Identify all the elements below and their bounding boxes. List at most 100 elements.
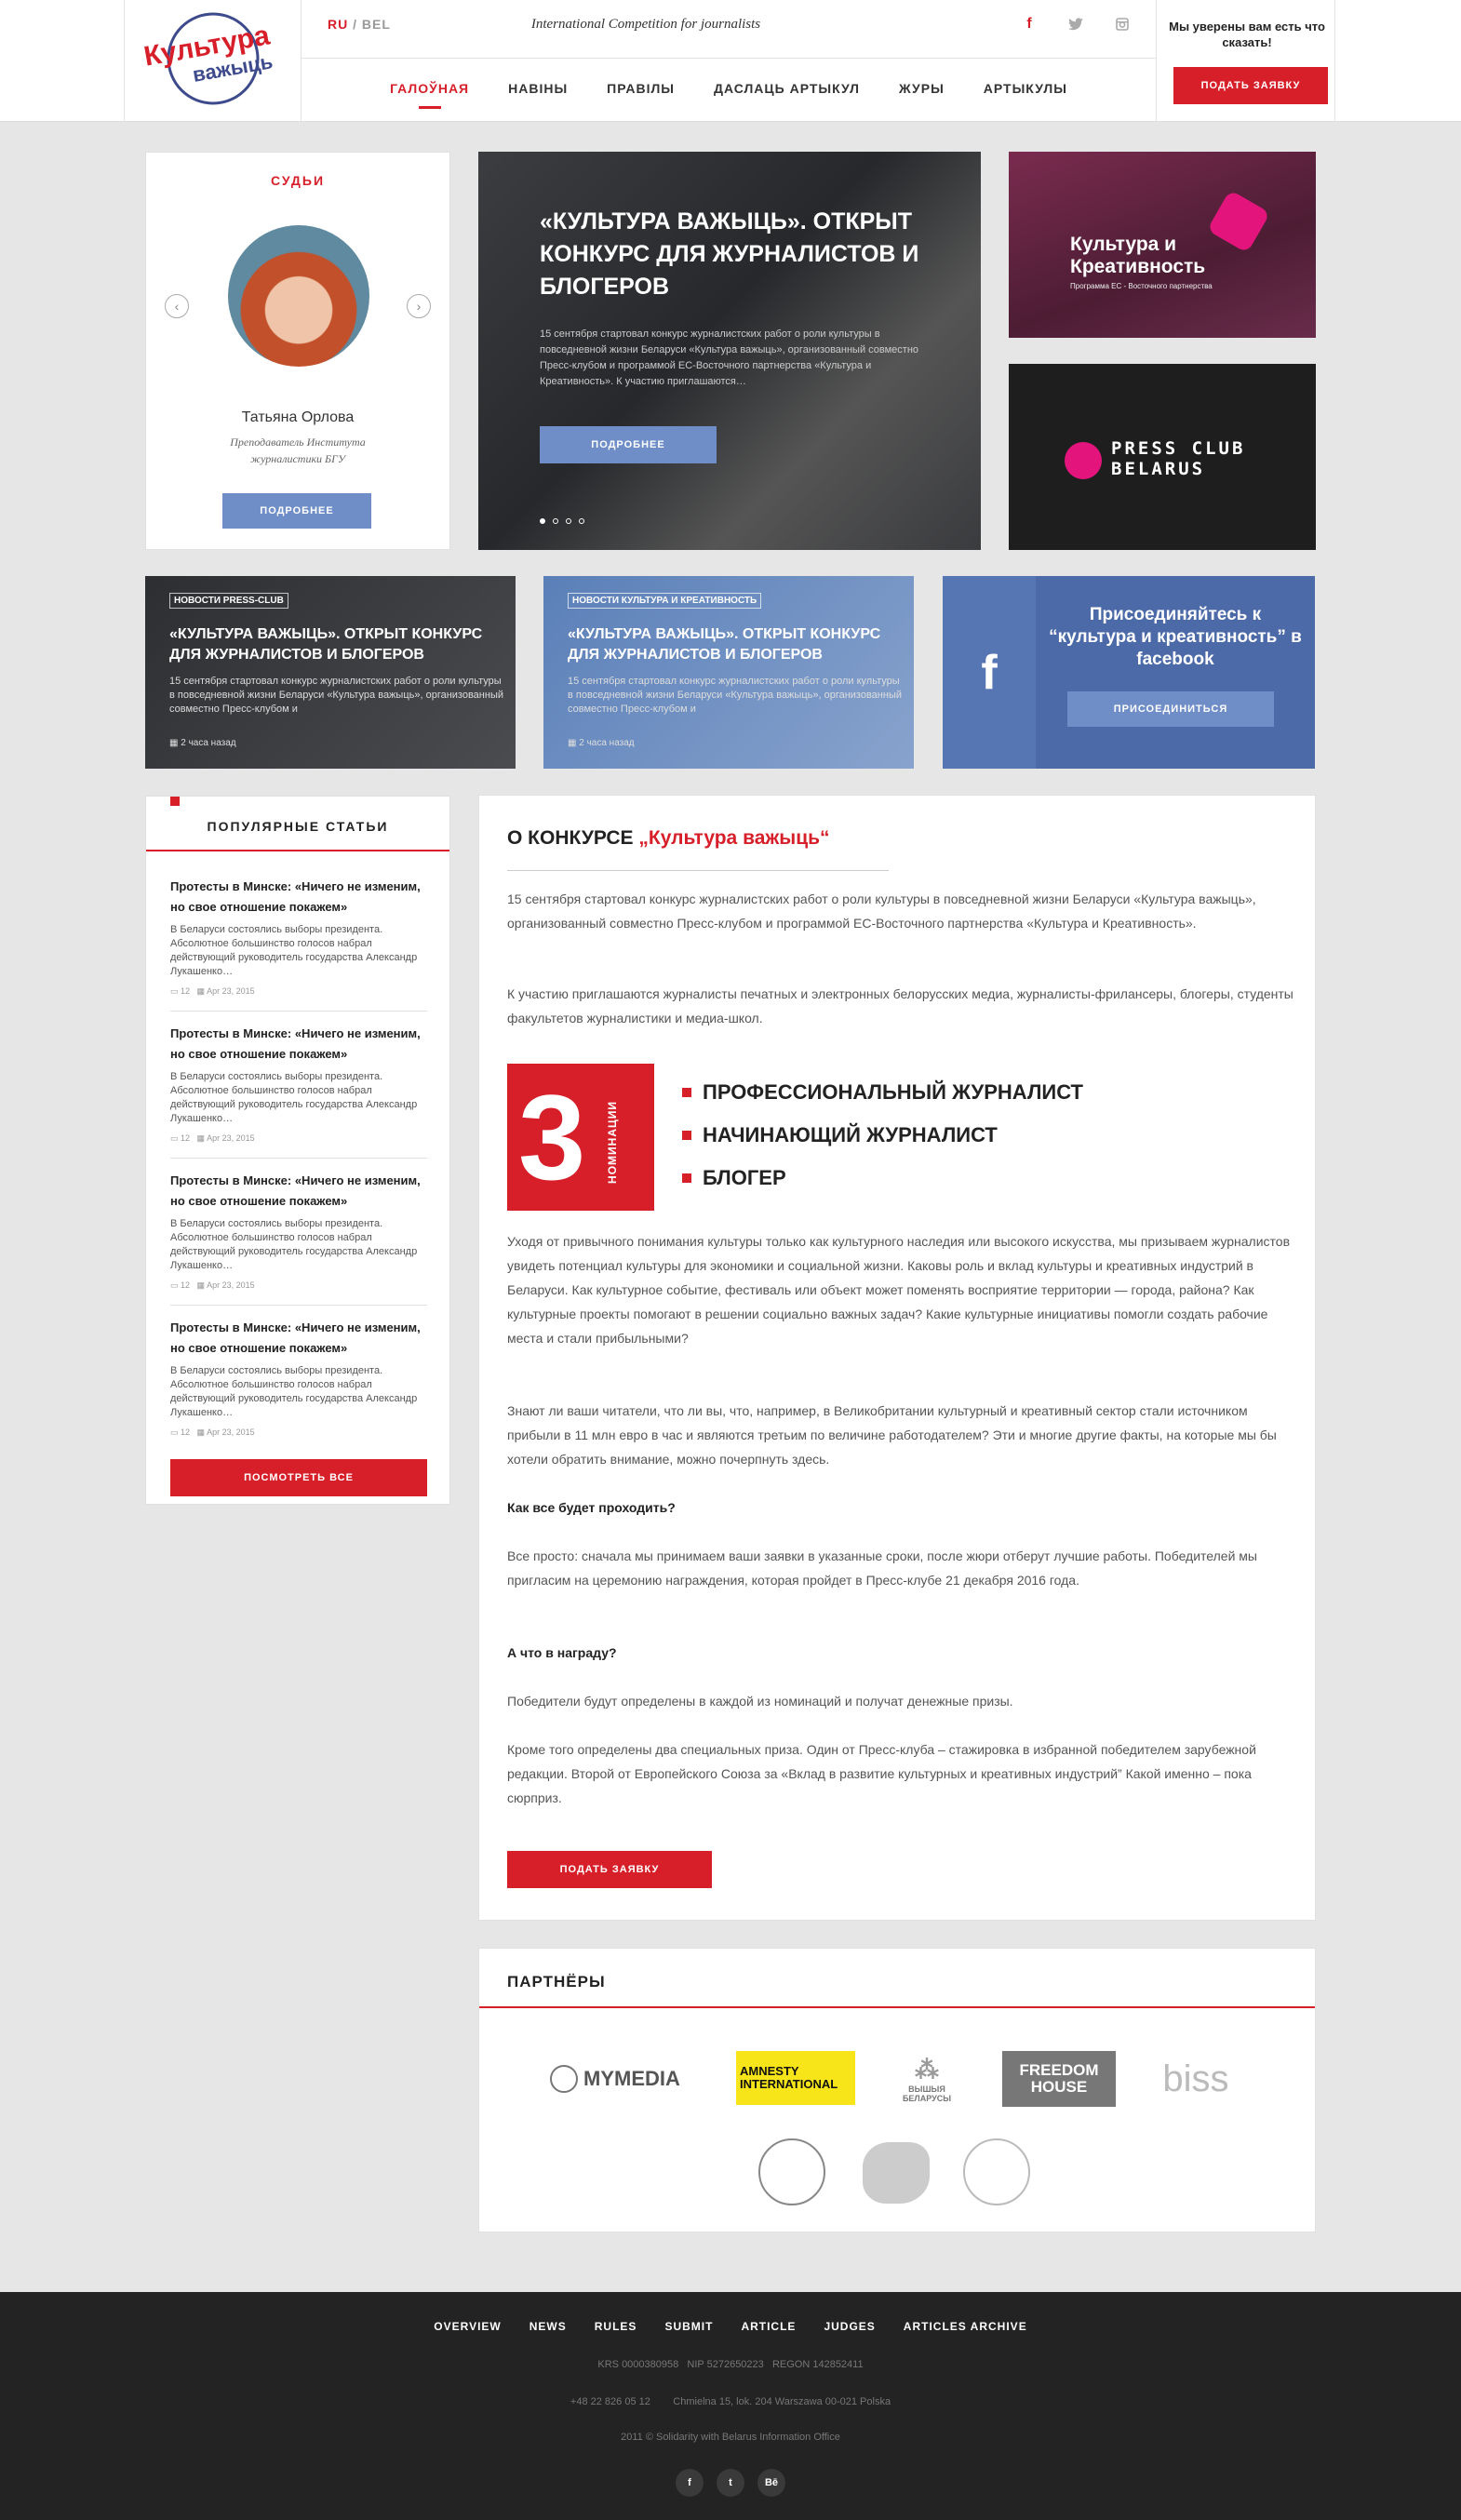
article-title[interactable]: Протесты в Минске: «Ничего не изменим, н… (170, 1024, 427, 1065)
partners-section: ПАРТНЁРЫ MYMEDIA AMNESTY INTERNATIONAL ⁂… (478, 1948, 1316, 2232)
article-title[interactable]: Протесты в Минске: «Ничего не изменим, н… (170, 1171, 427, 1212)
promo-culture-creativity[interactable]: Культура и Креативность Программа ЕС - В… (1009, 152, 1316, 338)
news-card[interactable]: НОВОСТИ PRESS-CLUB «КУЛЬТУРА ВАЖЫЦЬ». ОТ… (145, 576, 516, 769)
nav-item-home[interactable]: ГАЛОЎНАЯ (390, 81, 469, 103)
partner-logo-biss[interactable]: biss (1149, 2051, 1242, 2107)
footer-link-submit[interactable]: SUBMIT (664, 2320, 713, 2333)
partner-logo-vyshyja[interactable]: ⁂ ВЫШЫЯ БЕЛАРУСЫ (885, 2051, 969, 2107)
about-paragraph: 15 сентября стартовал конкурс журналистс… (507, 891, 1256, 931)
facebook-icon[interactable]: f (676, 2469, 704, 2497)
about-paragraph: К участию приглашаются журналисты печатн… (507, 986, 1293, 1025)
header-inner: Культура важыць RU / BEL International C… (124, 0, 1335, 122)
about-question: А что в награду? (507, 1645, 617, 1660)
about-title-line (507, 870, 889, 871)
news-time-text: 2 часа назад (579, 738, 635, 748)
bullet-icon (682, 1088, 691, 1097)
about-paragraph: Уходя от привычного понимания культуры т… (507, 1234, 1291, 1346)
instagram-icon[interactable] (1111, 13, 1133, 35)
list-item[interactable]: Протесты в Минске: «Ничего не изменим, н… (170, 877, 427, 997)
footer-link-archive[interactable]: ARTICLES ARCHIVE (904, 2320, 1027, 2333)
promo-press-club[interactable]: PRESS CLUB BELARUS (1009, 364, 1316, 550)
mymedia-emblem-icon (550, 2065, 579, 2093)
list-item[interactable]: Протесты в Минске: «Ничего не изменим, н… (170, 1171, 427, 1291)
news-tag[interactable]: НОВОСТИ PRESS-CLUB (169, 593, 288, 609)
article-date: Apr 23, 2015 (207, 1133, 255, 1143)
calendar-icon: ▦ (169, 738, 181, 748)
footer-link-article[interactable]: ARTICLE (741, 2320, 796, 2333)
nav-item-articles[interactable]: АРТЫКУЛЫ (984, 81, 1067, 103)
comment-icon: ▭ (170, 1133, 181, 1143)
news-title[interactable]: «КУЛЬТУРА ВАЖЫЦЬ». ОТКРЫТ КОНКУРС ДЛЯ ЖУ… (568, 624, 903, 665)
comment-count: 12 (181, 1280, 191, 1290)
partner-seal-icon[interactable] (758, 2138, 825, 2205)
belarus-map-icon[interactable] (863, 2142, 930, 2204)
news-tag[interactable]: НОВОСТИ КУЛЬТУРА И КРЕАТИВНОСТЬ (568, 593, 762, 609)
nav-item-news[interactable]: НАВІНЫ (508, 81, 568, 103)
hero-title: «КУЛЬТУРА ВАЖЫЦЬ». ОТКРЫТ КОНКУРС ДЛЯ ЖУ… (540, 208, 919, 300)
nav-item-rules[interactable]: ПРАВІЛЫ (607, 81, 675, 103)
comment-count: 12 (181, 1428, 191, 1437)
nomination-label: БЛОГЕР (703, 1166, 786, 1189)
promo1-title: Культура и Креативность (1070, 234, 1206, 277)
judges-prev-button[interactable]: ‹ (165, 294, 189, 318)
judges-next-button[interactable]: › (407, 294, 431, 318)
list-item[interactable]: Протесты в Минске: «Ничего не изменим, н… (170, 1024, 427, 1144)
article-meta: ▭ 12 ▦ Apr 23, 2015 (170, 1428, 427, 1438)
nominations-badge: 3 НОМИНАЦИИ (507, 1064, 654, 1211)
partner-logo-amnesty[interactable]: AMNESTY INTERNATIONAL (736, 2051, 855, 2105)
article-meta: ▭ 12 ▦ Apr 23, 2015 (170, 986, 427, 997)
site-tagline: International Competition for journalist… (530, 17, 761, 32)
slider-dot[interactable] (579, 518, 584, 524)
calendar-icon: ▦ (196, 1280, 208, 1290)
main-nav: ГАЛОЎНАЯ НАВІНЫ ПРАВІЛЫ ДАСЛАЦЬ АРТЫКУЛ … (302, 81, 1156, 103)
about-contest: О КОНКУРСЕ „Культура важыць“ 15 сентября… (478, 795, 1316, 1921)
judge-name: Татьяна Орлова (241, 409, 355, 425)
article-title[interactable]: Протесты в Минске: «Ничего не изменим, н… (170, 877, 427, 918)
nominations-word: НОМИНАЦИИ (606, 1101, 619, 1184)
news-title[interactable]: «КУЛЬТУРА ВАЖЫЦЬ». ОТКРЫТ КОНКУРС ДЛЯ ЖУ… (169, 624, 504, 665)
apply-button-header[interactable]: ПОДАТЬ ЗАЯВКУ (1173, 67, 1328, 104)
about-paragraph: Победители будут определены в каждой из … (507, 1694, 1013, 1709)
nav-item-submit[interactable]: ДАСЛАЦЬ АРТЫКУЛ (714, 81, 860, 103)
partner-logo-mymedia[interactable]: MYMEDIA (541, 2053, 690, 2105)
calendar-icon: ▦ (196, 1428, 208, 1437)
article-date: Apr 23, 2015 (207, 986, 255, 996)
facebook-icon[interactable]: f (1018, 13, 1040, 35)
footer-link-rules[interactable]: RULES (595, 2320, 637, 2333)
article-title[interactable]: Протесты в Минске: «Ничего не изменим, н… (170, 1318, 427, 1359)
twitter-icon[interactable]: t (717, 2469, 744, 2497)
slider-dot[interactable] (553, 518, 558, 524)
about-paragraph: Знают ли ваши читатели, что ли вы, что, … (507, 1403, 1277, 1467)
footer-link-judges[interactable]: JUDGES (824, 2320, 875, 2333)
slider-dots (540, 518, 584, 524)
site-header: Культура важыць RU / BEL International C… (0, 0, 1461, 122)
hero-more-button[interactable]: ПОДРОБНЕЕ (540, 426, 717, 463)
news-description: 15 сентября стартовал конкурс журналистс… (568, 676, 903, 715)
facebook-join-button[interactable]: ПРИСОЕДИНИТЬСЯ (1067, 691, 1274, 727)
article-date: Apr 23, 2015 (207, 1280, 255, 1290)
slider-dot[interactable] (566, 518, 571, 524)
news-time-text: 2 часа назад (181, 738, 236, 748)
article-excerpt: В Беларуси состоялись выборы президента.… (170, 1365, 418, 1418)
news-card[interactable]: НОВОСТИ КУЛЬТУРА И КРЕАТИВНОСТЬ «КУЛЬТУР… (543, 576, 914, 769)
article-excerpt: В Беларуси состоялись выборы президента.… (170, 924, 418, 977)
footer-link-news[interactable]: NEWS (529, 2320, 567, 2333)
nav-item-jury[interactable]: ЖУРЫ (899, 81, 945, 103)
press-club-seal-icon[interactable] (963, 2138, 1030, 2205)
apply-button[interactable]: ПОДАТЬ ЗАЯВКУ (507, 1851, 712, 1888)
lang-bel[interactable]: BEL (362, 17, 391, 32)
nomination-label: ПРОФЕССИОНАЛЬНЫЙ ЖУРНАЛИСТ (703, 1080, 1083, 1104)
partner-logo-freedom-house[interactable]: FREEDOM HOUSE (1002, 2051, 1116, 2107)
popular-title: ПОПУЛЯРНЫЕ СТАТЬИ (207, 819, 389, 834)
footer-social: f t Bē (0, 2469, 1461, 2497)
twitter-icon[interactable] (1065, 13, 1087, 35)
slider-dot[interactable] (540, 518, 545, 524)
lang-ru[interactable]: RU (328, 17, 348, 32)
behance-icon[interactable]: Bē (757, 2469, 785, 2497)
judge-more-button[interactable]: ПОДРОБНЕЕ (222, 493, 371, 529)
site-logo[interactable]: Культура важыць (125, 0, 302, 121)
view-all-button[interactable]: ПОСМОТРЕТЬ ВСЕ (170, 1459, 427, 1496)
footer-link-overview[interactable]: OVERVIEW (434, 2320, 501, 2333)
list-item[interactable]: Протесты в Минске: «Ничего не изменим, н… (170, 1318, 427, 1438)
popular-articles: ПОПУЛЯРНЫЕ СТАТЬИ Протесты в Минске: «Ни… (145, 796, 450, 1505)
